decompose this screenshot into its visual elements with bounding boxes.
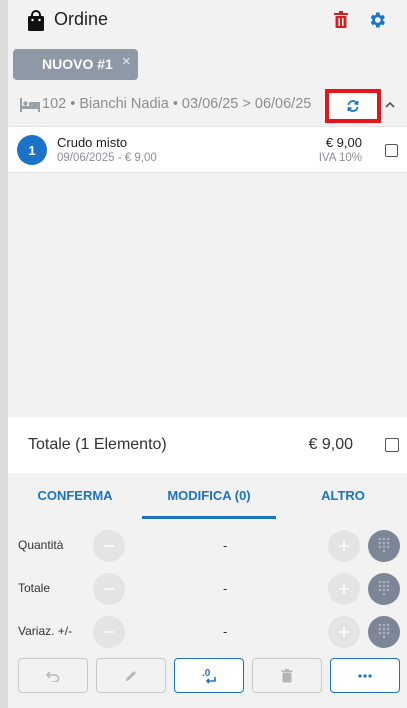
active-tab-indicator bbox=[142, 516, 276, 519]
more-dots-icon bbox=[358, 673, 372, 678]
variation-value: - bbox=[223, 624, 228, 639]
action-tabs: CONFERMA MODIFICA (0) ALTRO bbox=[8, 473, 407, 520]
more-options-button[interactable] bbox=[330, 658, 400, 693]
quantity-value: - bbox=[223, 538, 228, 553]
plus-icon bbox=[339, 584, 349, 594]
order-tab-label: NUOVO #1 bbox=[42, 56, 113, 72]
quantity-plus-button[interactable] bbox=[328, 530, 360, 562]
total-plus-button[interactable] bbox=[328, 573, 360, 605]
order-panel: Ordine NUOVO #1 × 102 • Bianchi Nadia • … bbox=[8, 0, 407, 708]
order-item-list: 1 Crudo misto 09/06/2025 - € 9,00 € 9,00… bbox=[8, 126, 407, 416]
plus-icon bbox=[339, 541, 349, 551]
shopping-bag-icon bbox=[28, 10, 44, 31]
close-icon[interactable]: × bbox=[122, 53, 131, 70]
total-label: Totale (1 Elemento) bbox=[28, 436, 167, 453]
left-strip bbox=[0, 0, 8, 708]
svg-text:.0: .0 bbox=[202, 668, 211, 679]
total-modifier-label: Totale bbox=[18, 581, 51, 595]
header: Ordine bbox=[8, 0, 407, 42]
minus-icon bbox=[104, 545, 114, 547]
page-title: Ordine bbox=[54, 9, 109, 29]
item-vat: IVA 10% bbox=[318, 152, 362, 164]
item-price: € 9,00 bbox=[325, 135, 362, 150]
order-tab-chip[interactable]: NUOVO #1 × bbox=[13, 49, 138, 80]
total-value: € 9,00 bbox=[308, 436, 353, 453]
undo-button[interactable] bbox=[18, 658, 88, 693]
quantity-label: Quantità bbox=[18, 538, 64, 552]
plus-icon bbox=[339, 627, 349, 637]
quantity-minus-button[interactable] bbox=[93, 530, 125, 562]
variation-minus-button[interactable] bbox=[93, 616, 125, 648]
trash-icon bbox=[281, 668, 293, 682]
minus-icon bbox=[104, 588, 114, 590]
chevron-up-icon[interactable] bbox=[384, 99, 396, 111]
booking-summary: 102 • Bianchi Nadia • 03/06/25 > 06/06/2… bbox=[42, 96, 312, 112]
total-minus-button[interactable] bbox=[93, 573, 125, 605]
list-item[interactable]: 1 Crudo misto 09/06/2025 - € 9,00 € 9,00… bbox=[8, 126, 407, 173]
tab-more[interactable]: ALTRO bbox=[304, 488, 382, 503]
total-keypad-button[interactable] bbox=[368, 573, 400, 605]
keypad-icon bbox=[378, 623, 390, 639]
tab-confirm[interactable]: CONFERMA bbox=[26, 488, 124, 503]
trash-icon[interactable] bbox=[333, 11, 349, 29]
item-date-price: 09/06/2025 - € 9,00 bbox=[57, 152, 157, 164]
item-number-badge: 1 bbox=[17, 135, 47, 165]
total-modifier-row: Totale - bbox=[8, 571, 407, 611]
delete-button[interactable] bbox=[252, 658, 322, 693]
pencil-icon bbox=[126, 670, 136, 681]
decimal-arrow-icon: .0 bbox=[202, 668, 216, 684]
booking-info-row: 102 • Bianchi Nadia • 03/06/25 > 06/06/2… bbox=[8, 88, 407, 124]
quantity-row: Quantità - bbox=[8, 528, 407, 568]
sync-icon bbox=[347, 100, 359, 112]
minus-icon bbox=[104, 631, 114, 633]
decimal-button[interactable]: .0 bbox=[174, 658, 244, 693]
quantity-keypad-button[interactable] bbox=[368, 530, 400, 562]
item-name: Crudo misto bbox=[57, 135, 128, 150]
variation-plus-button[interactable] bbox=[328, 616, 360, 648]
variation-keypad-button[interactable] bbox=[368, 616, 400, 648]
sync-button[interactable] bbox=[325, 89, 381, 123]
gear-icon[interactable] bbox=[367, 10, 387, 30]
edit-button[interactable] bbox=[96, 658, 166, 693]
item-checkbox[interactable] bbox=[385, 144, 398, 157]
select-all-checkbox[interactable] bbox=[385, 438, 399, 452]
keypad-icon bbox=[378, 580, 390, 596]
keypad-icon bbox=[378, 537, 390, 553]
bottom-toolbar: .0 bbox=[8, 658, 407, 694]
bed-icon bbox=[20, 98, 40, 112]
total-bar: Totale (1 Elemento) € 9,00 bbox=[8, 417, 407, 473]
variation-row: Variaz. +/- - bbox=[8, 614, 407, 654]
total-modifier-value: - bbox=[223, 581, 228, 596]
tab-modify[interactable]: MODIFICA (0) bbox=[142, 488, 276, 503]
variation-label: Variaz. +/- bbox=[18, 624, 73, 638]
undo-icon bbox=[46, 670, 60, 682]
